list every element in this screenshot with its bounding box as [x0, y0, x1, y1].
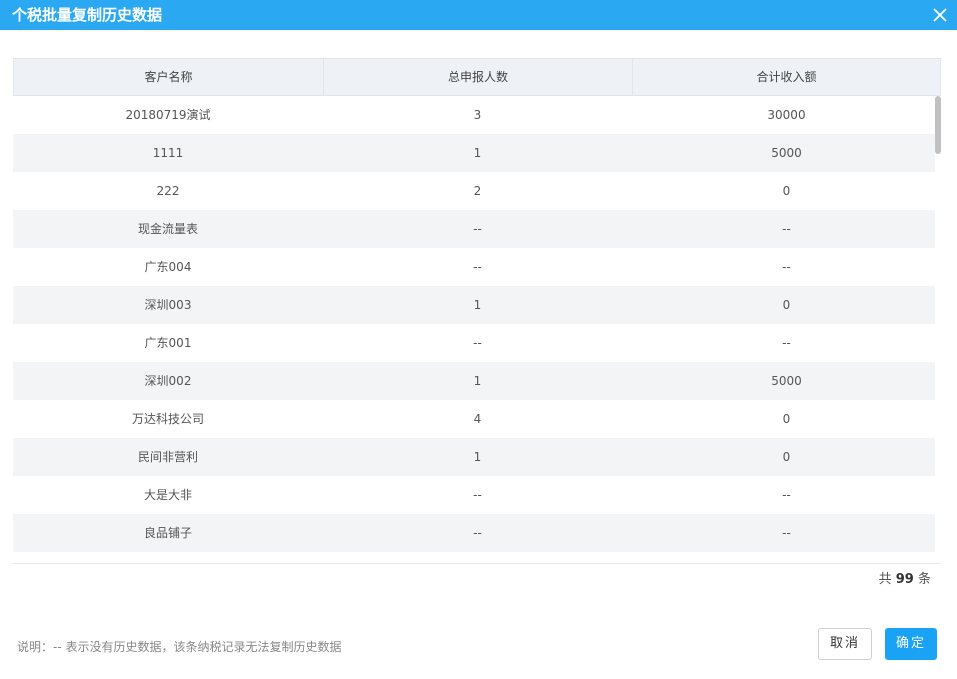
table-row[interactable]: 222 2 0: [13, 172, 935, 210]
cell-total-income: 0: [782, 184, 791, 198]
cell-total-declarants: 4: [473, 412, 482, 426]
cell-total-declarants: 1: [473, 146, 482, 160]
table-body: 20180719演试 3 30000 1111 1 5000 222 2 0 现金流量表 -- -- 广…: [13, 96, 935, 552]
table-row[interactable]: 良品铺子 -- --: [13, 514, 935, 552]
cell-customer-name: 大是大非: [143, 488, 192, 502]
column-header-total-declarants[interactable]: 总申报人数: [324, 59, 633, 95]
confirm-button[interactable]: 确定: [885, 628, 937, 660]
table-row[interactable]: 1111 1 5000: [13, 134, 935, 172]
table-row[interactable]: 深圳002 1 5000: [13, 362, 935, 400]
table-row[interactable]: 广东004 -- --: [13, 248, 935, 286]
divider: [13, 563, 941, 564]
dialog-title: 个税批量复制历史数据: [12, 6, 163, 24]
vertical-scrollbar[interactable]: [935, 96, 941, 552]
cell-total-declarants: --: [473, 336, 482, 350]
table-row[interactable]: 大是大非 -- --: [13, 476, 935, 514]
cell-total-declarants: 1: [473, 374, 482, 388]
cell-customer-name: 民间非营利: [137, 450, 198, 464]
cell-total-income: 5000: [771, 146, 802, 160]
cell-total-income: 0: [782, 450, 791, 464]
table-row[interactable]: 深圳003 1 0: [13, 286, 935, 324]
explanation-note: 说明：-- 表示没有历史数据，该条纳税记录无法复制历史数据: [17, 640, 342, 654]
cell-total-declarants: 3: [473, 108, 482, 122]
cell-customer-name: 深圳003: [144, 298, 192, 312]
batch-copy-dialog: 个税批量复制历史数据 客户名称 总申报人数 合计收入额 20180719演试 3 3…: [0, 0, 957, 679]
cell-total-income: --: [782, 526, 791, 540]
total-prefix: 共: [878, 572, 892, 587]
cell-customer-name: 广东004: [144, 260, 192, 274]
total-count-value: 99: [895, 572, 914, 587]
cell-total-declarants: 1: [473, 450, 482, 464]
total-count: 共 99 条: [879, 572, 931, 588]
scrollbar-thumb[interactable]: [935, 96, 941, 154]
cell-total-declarants: 1: [473, 298, 482, 312]
table-row[interactable]: 民间非营利 1 0: [13, 438, 935, 476]
cell-total-income: 30000: [767, 108, 806, 122]
cell-customer-name: 深圳002: [144, 374, 192, 388]
table-row[interactable]: 万达科技公司 4 0: [13, 400, 935, 438]
cell-total-income: 0: [782, 298, 791, 312]
cell-total-declarants: 2: [473, 184, 482, 198]
history-table: 客户名称 总申报人数 合计收入额 20180719演试 3 30000 1111 1 50…: [13, 58, 941, 563]
cell-total-income: --: [782, 260, 791, 274]
cell-total-declarants: --: [473, 488, 482, 502]
table-row[interactable]: 现金流量表 -- --: [13, 210, 935, 248]
cell-total-income: 0: [782, 412, 791, 426]
cell-customer-name: 1111: [152, 146, 184, 160]
column-header-customer-name[interactable]: 客户名称: [14, 59, 324, 95]
cell-total-income: --: [782, 222, 791, 236]
table-row[interactable]: 20180719演试 3 30000: [13, 96, 935, 134]
cell-total-income: --: [782, 336, 791, 350]
cell-total-income: 5000: [771, 374, 802, 388]
close-icon[interactable]: [931, 6, 949, 24]
table-row[interactable]: 广东001 -- --: [13, 324, 935, 362]
cell-customer-name: 20180719演试: [125, 108, 211, 122]
dialog-titlebar: 个税批量复制历史数据: [0, 0, 957, 30]
cell-total-declarants: --: [473, 260, 482, 274]
table-header: 客户名称 总申报人数 合计收入额: [13, 58, 941, 96]
cell-customer-name: 万达科技公司: [131, 412, 204, 426]
total-suffix: 条: [917, 572, 931, 587]
cell-total-declarants: --: [473, 526, 482, 540]
cell-customer-name: 广东001: [144, 336, 192, 350]
cancel-button[interactable]: 取消: [818, 628, 872, 660]
cell-total-income: --: [782, 488, 791, 502]
cell-customer-name: 现金流量表: [137, 222, 198, 236]
column-header-total-income[interactable]: 合计收入额: [633, 59, 940, 95]
cell-total-declarants: --: [473, 222, 482, 236]
cell-customer-name: 222: [156, 184, 180, 198]
cell-customer-name: 良品铺子: [143, 526, 192, 540]
